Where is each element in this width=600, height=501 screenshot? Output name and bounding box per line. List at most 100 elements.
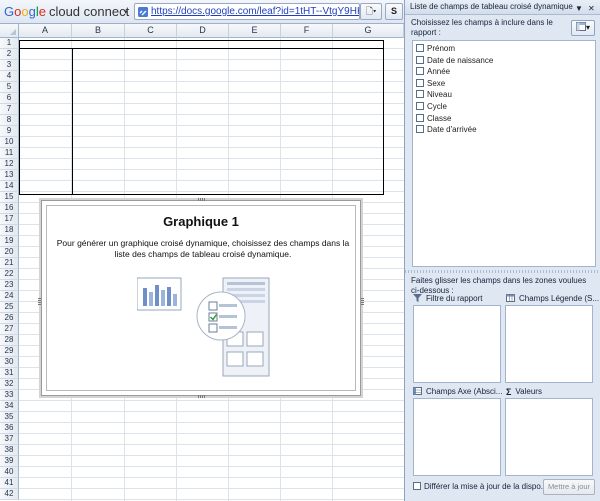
row-header[interactable]: 24 bbox=[0, 291, 19, 302]
row-header[interactable]: 15 bbox=[0, 192, 19, 203]
row-header[interactable]: 4 bbox=[0, 71, 19, 82]
field-checkbox[interactable] bbox=[416, 78, 424, 87]
field-item[interactable]: Année bbox=[416, 66, 450, 77]
resize-handle-top[interactable] bbox=[198, 198, 206, 201]
row-header[interactable]: 38 bbox=[0, 445, 19, 456]
chart-title: Graphique 1 bbox=[163, 214, 239, 229]
row-header[interactable]: 41 bbox=[0, 478, 19, 489]
row-header[interactable]: 37 bbox=[0, 434, 19, 445]
document-url-field[interactable]: https://docs.google.com/leaf?id=1tHT--Vt… bbox=[134, 3, 360, 20]
pivot-table-placeholder[interactable] bbox=[19, 40, 384, 195]
column-header-c[interactable]: C bbox=[125, 24, 177, 38]
field-item[interactable]: Prénom bbox=[416, 43, 455, 54]
row-header[interactable]: 19 bbox=[0, 236, 19, 247]
column-header-f[interactable]: F bbox=[281, 24, 333, 38]
pane-splitter[interactable] bbox=[405, 270, 600, 273]
field-checkbox[interactable] bbox=[416, 90, 424, 99]
column-header-e[interactable]: E bbox=[229, 24, 281, 38]
row-header[interactable]: 10 bbox=[0, 137, 19, 148]
column-header-g[interactable]: G bbox=[333, 24, 404, 38]
row-header[interactable]: 21 bbox=[0, 258, 19, 269]
field-list-box: Prénom Date de naissance Année Sexe Niveau Cy… bbox=[412, 40, 596, 267]
row-header[interactable]: 30 bbox=[0, 357, 19, 368]
column-header-a[interactable]: A bbox=[19, 24, 72, 38]
row-header[interactable]: 33 bbox=[0, 390, 19, 401]
row-header[interactable]: 28 bbox=[0, 335, 19, 346]
row-header[interactable]: 3 bbox=[0, 60, 19, 71]
resize-handle-right[interactable] bbox=[361, 297, 364, 305]
pane-title-bar: Liste de champs de tableau croisé dynami… bbox=[405, 0, 600, 15]
row-header[interactable]: 11 bbox=[0, 148, 19, 159]
row-header[interactable]: 29 bbox=[0, 346, 19, 357]
row-header[interactable]: 25 bbox=[0, 302, 19, 313]
row-header[interactable]: 27 bbox=[0, 324, 19, 335]
row-header[interactable]: 35 bbox=[0, 412, 19, 423]
row-header[interactable]: 39 bbox=[0, 456, 19, 467]
field-checkbox[interactable] bbox=[416, 44, 424, 52]
row-header[interactable]: 31 bbox=[0, 368, 19, 379]
sync-button[interactable]: S bbox=[385, 3, 403, 20]
resize-handle-left[interactable] bbox=[38, 297, 41, 305]
row-header[interactable]: 14 bbox=[0, 181, 19, 192]
document-url-text[interactable]: https://docs.google.com/leaf?id=1tHT--Vt… bbox=[151, 6, 359, 17]
resize-handle-bottom[interactable] bbox=[198, 395, 206, 398]
field-item[interactable]: Cycle bbox=[416, 101, 447, 112]
row-header[interactable]: 2 bbox=[0, 49, 19, 60]
row-header[interactable]: 20 bbox=[0, 247, 19, 258]
pane-close-icon[interactable]: ✕ bbox=[588, 2, 595, 16]
field-item[interactable]: Sexe bbox=[416, 78, 445, 89]
values-drop-zone[interactable] bbox=[505, 398, 593, 476]
field-checkbox[interactable] bbox=[416, 113, 424, 122]
legend-fields-drop-zone[interactable] bbox=[505, 305, 593, 383]
row-header[interactable]: 12 bbox=[0, 159, 19, 170]
row-header[interactable]: 13 bbox=[0, 170, 19, 181]
pane-options-dropdown-icon[interactable]: ▼ bbox=[575, 2, 583, 16]
google-cloud-connect-logo[interactable]: Google cloud connect bbox=[4, 4, 129, 20]
row-header[interactable]: 6 bbox=[0, 93, 19, 104]
row-header[interactable]: 7 bbox=[0, 104, 19, 115]
row-header[interactable]: 16 bbox=[0, 203, 19, 214]
select-all-corner[interactable] bbox=[0, 24, 19, 38]
pivot-chart-placeholder[interactable]: Graphique 1 Pour générer un graphique cr… bbox=[38, 198, 364, 398]
row-header[interactable]: 40 bbox=[0, 467, 19, 478]
row-header[interactable]: 22 bbox=[0, 269, 19, 280]
field-checkbox[interactable] bbox=[416, 67, 424, 76]
field-label: Prénom bbox=[427, 44, 456, 53]
row-header[interactable]: 23 bbox=[0, 280, 19, 291]
column-header-d[interactable]: D bbox=[177, 24, 229, 38]
field-checkbox[interactable] bbox=[416, 55, 424, 64]
field-checkbox[interactable] bbox=[416, 125, 424, 134]
field-checkbox[interactable] bbox=[416, 102, 424, 110]
update-button[interactable]: Mettre à jour bbox=[543, 479, 595, 495]
field-label: Date de naissance bbox=[427, 55, 494, 65]
field-item[interactable]: Classe bbox=[416, 113, 451, 124]
row-header[interactable]: 8 bbox=[0, 115, 19, 126]
report-filter-drop-zone[interactable] bbox=[413, 305, 501, 383]
row-header[interactable]: 32 bbox=[0, 379, 19, 390]
row-header[interactable]: 34 bbox=[0, 401, 19, 412]
field-label: Date d'arrivée bbox=[427, 125, 477, 135]
field-item[interactable]: Date de naissance bbox=[416, 55, 493, 66]
spreadsheet: ABCDEFG 1 2 3 4 5 6 7 8 9 10 11 12 13 14 15 16 17 18 19 20 2… bbox=[0, 24, 404, 501]
field-item[interactable]: Date d'arrivée bbox=[416, 124, 477, 135]
field-item[interactable]: Niveau bbox=[416, 89, 452, 100]
row-header[interactable]: 17 bbox=[0, 214, 19, 225]
document-menu-button[interactable]: 🗋▾ bbox=[360, 3, 382, 20]
row-header[interactable]: 26 bbox=[0, 313, 19, 324]
field-list-layout-button[interactable]: ▾ bbox=[571, 20, 595, 36]
field-label: Année bbox=[427, 67, 451, 77]
row-header[interactable]: 9 bbox=[0, 126, 19, 137]
drag-fields-label: Faites glisser les champs dans les zones… bbox=[411, 276, 587, 295]
column-headers: ABCDEFG bbox=[0, 24, 404, 38]
logo-dropdown-arrow[interactable]: ▾ bbox=[124, 8, 128, 16]
column-header-b[interactable]: B bbox=[72, 24, 125, 38]
row-header[interactable]: 1 bbox=[0, 38, 19, 49]
row-header[interactable]: 42 bbox=[0, 489, 19, 500]
defer-update-checkbox[interactable] bbox=[413, 482, 421, 490]
values-header: Σ Valeurs bbox=[506, 387, 542, 397]
row-header[interactable]: 5 bbox=[0, 82, 19, 93]
row-header[interactable]: 36 bbox=[0, 423, 19, 434]
axis-fields-drop-zone[interactable] bbox=[413, 398, 501, 476]
field-label: Sexe bbox=[427, 78, 446, 88]
row-header[interactable]: 18 bbox=[0, 225, 19, 236]
